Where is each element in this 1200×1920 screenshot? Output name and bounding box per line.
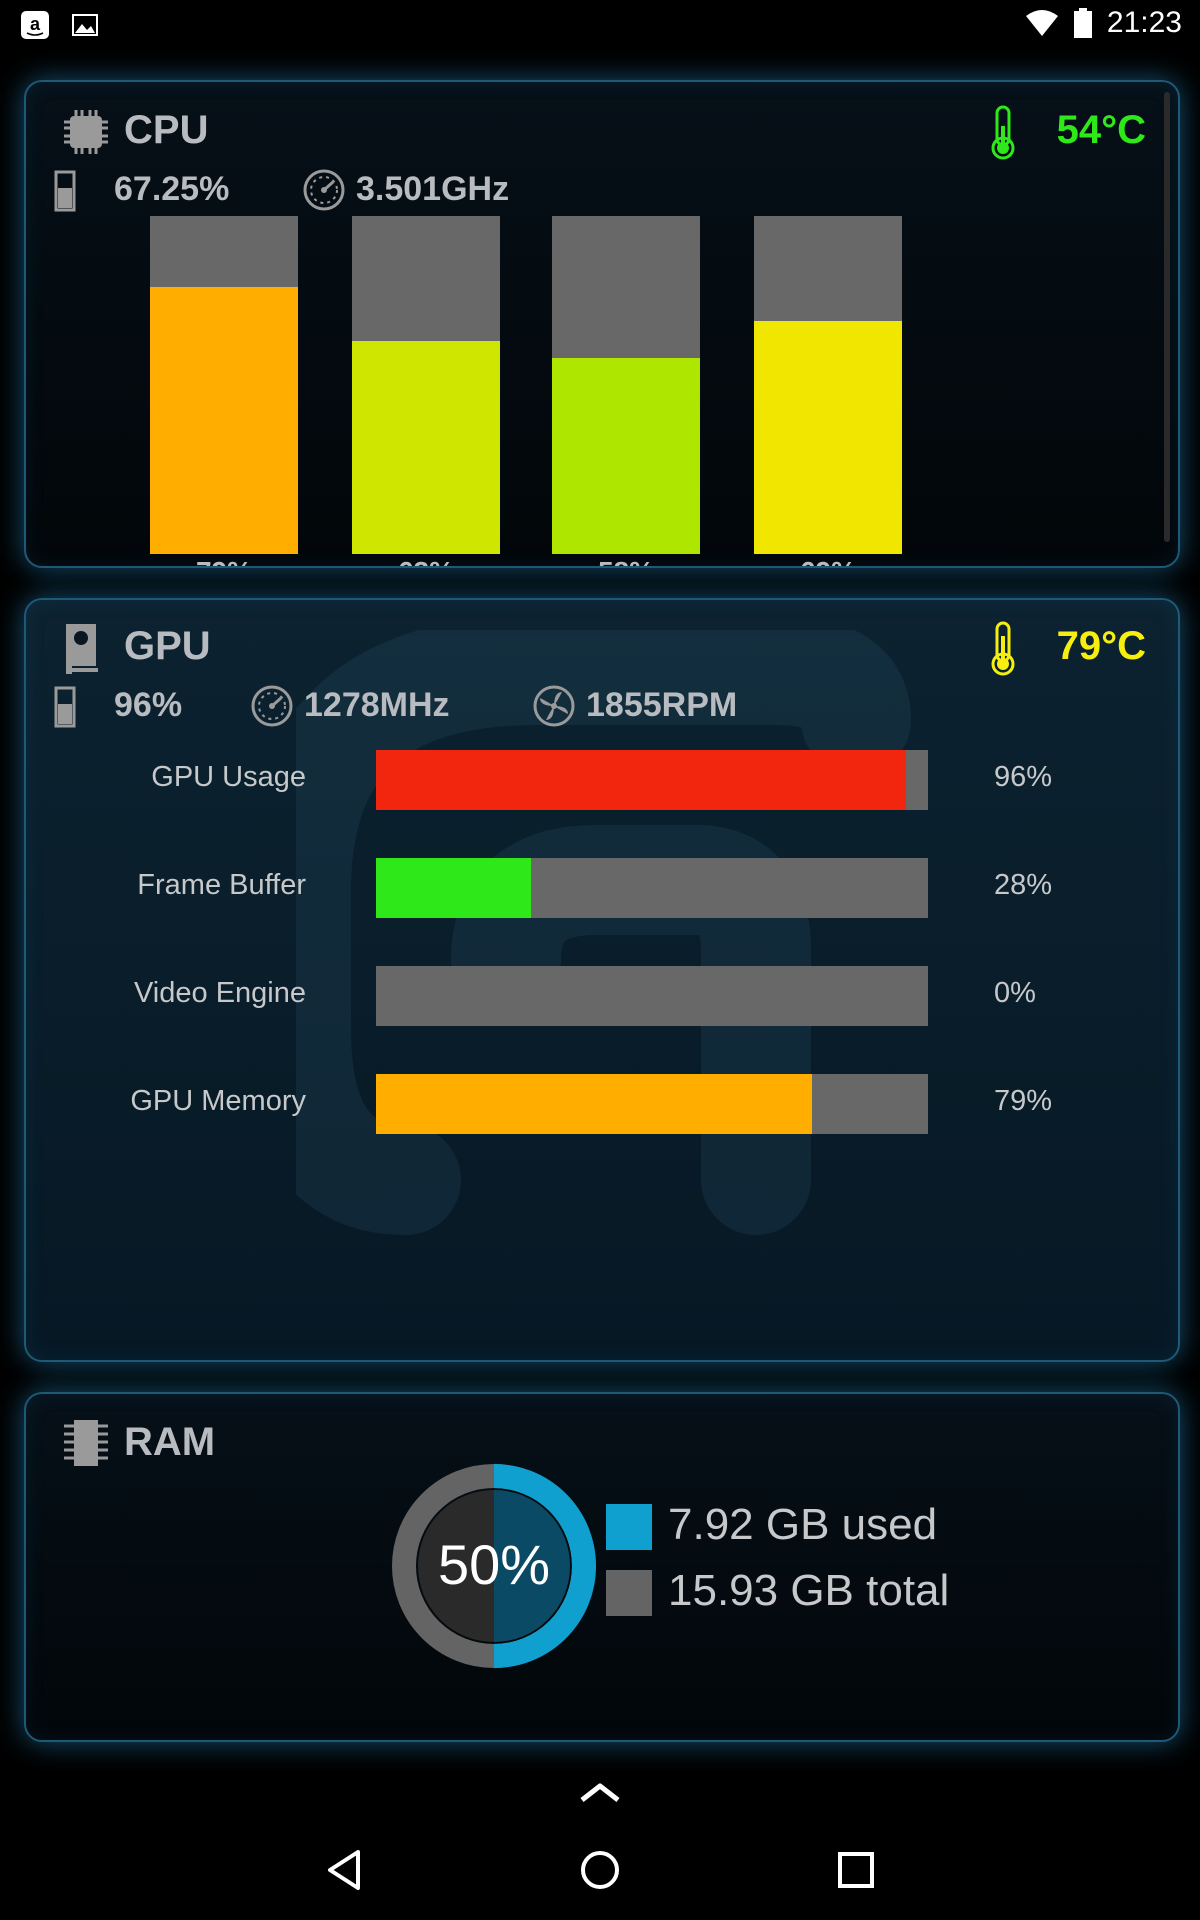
gpu-metric-bar xyxy=(376,750,928,810)
cpu-core-bar xyxy=(754,216,902,554)
fan-icon xyxy=(533,685,575,727)
wifi-icon xyxy=(1025,10,1058,36)
ram-donut-chart: 50% xyxy=(392,1464,596,1668)
home-icon[interactable] xyxy=(578,1846,622,1894)
navigation-bar xyxy=(0,1760,1200,1920)
gpu-fan-speed: 1855RPM xyxy=(586,686,738,724)
cpu-clock: 3.501GHz xyxy=(356,170,510,208)
gpu-usage: 96% xyxy=(114,686,183,724)
expand-icon[interactable] xyxy=(578,1780,622,1804)
amazon-icon: a xyxy=(21,11,49,39)
cpu-core-fill xyxy=(150,286,298,554)
ram-percent: 50% xyxy=(438,1533,550,1596)
gpu-temperature: 79°C xyxy=(1056,624,1146,668)
gpu-metric-bar xyxy=(376,858,928,918)
ram-title: RAM xyxy=(124,1420,216,1464)
gpu-metric-label: Video Engine xyxy=(133,977,306,1009)
thermometer-icon xyxy=(991,621,1015,676)
gpu-metric-value: 96% xyxy=(994,761,1053,793)
cpu-core-fill xyxy=(352,341,500,554)
legend-total-swatch xyxy=(606,1570,652,1616)
cpu-chip-icon xyxy=(64,110,108,154)
gpu-metric-value: 79% xyxy=(994,1085,1053,1117)
gpu-metric-bar xyxy=(376,966,928,1026)
gpu-clock: 1278MHz xyxy=(304,686,450,724)
legend-used-swatch xyxy=(606,1504,652,1550)
gpu-panel: GPU 79°C 96% 1278MHz 1855RPM GPU Usage 96… xyxy=(24,598,1180,1362)
cpu-panel: CPU 54°C 67.25% 3.501GHz 79% 63% 58% 69% xyxy=(24,80,1180,568)
image-icon xyxy=(72,14,98,36)
ram-chip-icon xyxy=(64,1420,108,1466)
gpu-card-icon xyxy=(66,624,98,674)
gpu-metric-fill xyxy=(376,750,906,810)
ram-total: 15.93 GB total xyxy=(668,1566,950,1615)
gpu-metric-value: 0% xyxy=(994,977,1036,1009)
gpu-title: GPU xyxy=(124,624,211,668)
cpu-core-bar xyxy=(150,216,298,554)
cpu-core-label: 63% xyxy=(352,556,500,566)
cpu-core-bar xyxy=(352,216,500,554)
cpu-core-fill xyxy=(552,357,700,554)
scrollbar[interactable] xyxy=(1164,92,1170,542)
thermometer-icon xyxy=(991,105,1015,160)
usage-gauge-icon xyxy=(54,686,76,728)
ram-panel: RAM 50% 7.92 GB used 15.93 GB total xyxy=(24,1392,1180,1742)
gpu-metric-fill xyxy=(376,858,531,918)
speedometer-icon xyxy=(251,685,293,727)
cpu-core-fill xyxy=(754,320,902,554)
status-bar: a 21:23 xyxy=(0,0,1200,50)
svg-text:a: a xyxy=(30,14,41,34)
cpu-core-label: 79% xyxy=(150,556,298,566)
gpu-metric-label: GPU Usage xyxy=(151,761,306,793)
cpu-core-label: 58% xyxy=(552,556,700,566)
clock: 21:23 xyxy=(1106,6,1182,39)
gpu-metric-label: Frame Buffer xyxy=(137,869,306,901)
gpu-metric-value: 28% xyxy=(994,869,1053,901)
battery-icon xyxy=(1073,8,1092,38)
cpu-title: CPU xyxy=(124,108,209,152)
cpu-temperature: 54°C xyxy=(1056,108,1146,152)
cpu-core-bar xyxy=(552,216,700,554)
recents-icon[interactable] xyxy=(834,1846,878,1894)
speedometer-icon xyxy=(303,169,345,211)
gpu-metric-fill xyxy=(376,1074,813,1134)
gpu-metric-label: GPU Memory xyxy=(130,1085,306,1117)
cpu-core-label: 69% xyxy=(754,556,902,566)
gpu-metric-bar xyxy=(376,1074,928,1134)
ram-used: 7.92 GB used xyxy=(668,1500,938,1549)
back-icon[interactable] xyxy=(322,1846,366,1894)
usage-gauge-icon xyxy=(54,170,76,212)
cpu-usage: 67.25% xyxy=(114,170,230,208)
